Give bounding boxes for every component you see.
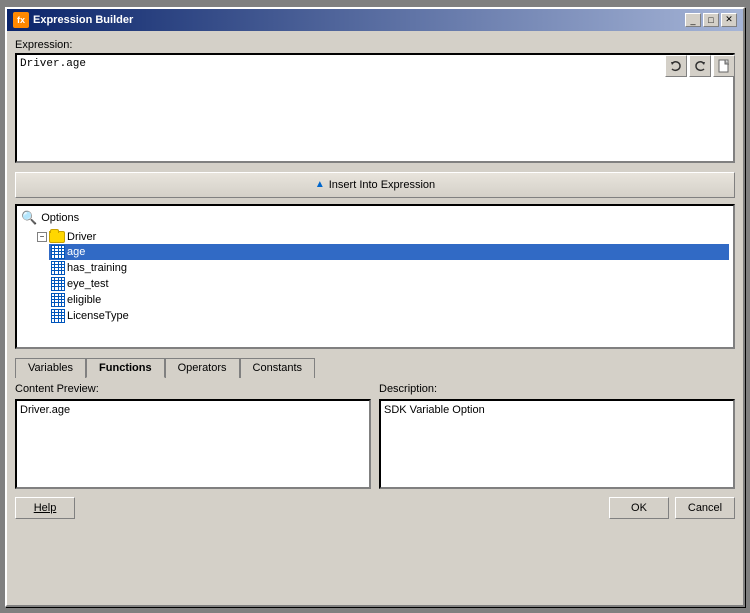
title-bar-left: fx Expression Builder [13, 12, 133, 28]
tree-item-eye-test-label: eye_test [67, 278, 109, 290]
minimize-button[interactable]: _ [685, 13, 701, 27]
footer-right: OK Cancel [609, 497, 735, 519]
tree-item-has-training[interactable]: has_training [49, 260, 729, 276]
description-label: Description: [379, 383, 735, 395]
footer-left: Help [15, 497, 75, 519]
description-textarea[interactable] [379, 399, 735, 489]
tree-item-eligible-label: eligible [67, 294, 101, 306]
expression-area: Expression: [15, 39, 735, 166]
field-icon-eligible [51, 293, 65, 307]
undo-icon [669, 59, 683, 73]
new-doc-icon [717, 59, 731, 73]
bottom-panels: Content Preview: Description: [15, 383, 735, 489]
tree-item-eye-test[interactable]: eye_test [49, 276, 729, 292]
content-preview-panel: Content Preview: [15, 383, 371, 489]
close-button[interactable]: ✕ [721, 13, 737, 27]
tree-root-label: Driver [67, 231, 96, 243]
folder-icon [49, 231, 65, 243]
expression-input[interactable] [15, 53, 735, 163]
tree-header: 🔍 Options [21, 210, 729, 226]
content-preview-textarea[interactable] [15, 399, 371, 489]
expression-builder-window: fx Expression Builder _ □ ✕ Expression: [5, 7, 745, 607]
insert-into-expression-button[interactable]: ▲ Insert Into Expression [15, 172, 735, 198]
window-content: Expression: [7, 31, 743, 605]
redo-icon [693, 59, 707, 73]
tab-variables[interactable]: Variables [15, 358, 86, 378]
insert-arrow-icon: ▲ [315, 179, 325, 190]
insert-btn-container: ▲ Insert Into Expression [15, 172, 735, 198]
description-panel: Description: [379, 383, 735, 489]
maximize-button[interactable]: □ [703, 13, 719, 27]
field-icon-eye-test [51, 277, 65, 291]
footer-row: Help OK Cancel [15, 495, 735, 519]
search-icon: 🔍 [21, 210, 37, 226]
ok-button[interactable]: OK [609, 497, 669, 519]
tree-item-eligible[interactable]: eligible [49, 292, 729, 308]
tab-functions[interactable]: Functions [86, 358, 165, 378]
tabs-row: Variables Functions Operators Constants [15, 357, 735, 377]
window-title: Expression Builder [33, 14, 133, 26]
tab-operators[interactable]: Operators [165, 358, 240, 378]
new-button[interactable] [713, 55, 735, 77]
field-icon-license-type [51, 309, 65, 323]
tree-root-item[interactable]: − Driver [35, 230, 729, 244]
insert-button-label: Insert Into Expression [329, 179, 435, 191]
help-button[interactable]: Help [15, 497, 75, 519]
tab-constants[interactable]: Constants [240, 358, 316, 378]
cancel-button[interactable]: Cancel [675, 497, 735, 519]
field-icon-age [51, 245, 65, 259]
undo-button[interactable] [665, 55, 687, 77]
expression-toolbar [665, 55, 735, 77]
tree-item-has-training-label: has_training [67, 262, 127, 274]
field-icon-has-training [51, 261, 65, 275]
title-bar: fx Expression Builder _ □ ✕ [7, 9, 743, 31]
tree-item-age[interactable]: age [49, 244, 729, 260]
redo-button[interactable] [689, 55, 711, 77]
title-controls: _ □ ✕ [685, 13, 737, 27]
content-preview-label: Content Preview: [15, 383, 371, 395]
tree-item-license-type[interactable]: LicenseType [49, 308, 729, 324]
window-icon: fx [13, 12, 29, 28]
tree-item-age-label: age [67, 246, 85, 258]
expression-label: Expression: [15, 39, 735, 51]
options-label: Options [41, 212, 79, 224]
tree-panel: 🔍 Options − Driver age [15, 204, 735, 349]
tree-expand-btn[interactable]: − [37, 232, 47, 242]
tree-item-license-type-label: LicenseType [67, 310, 129, 322]
